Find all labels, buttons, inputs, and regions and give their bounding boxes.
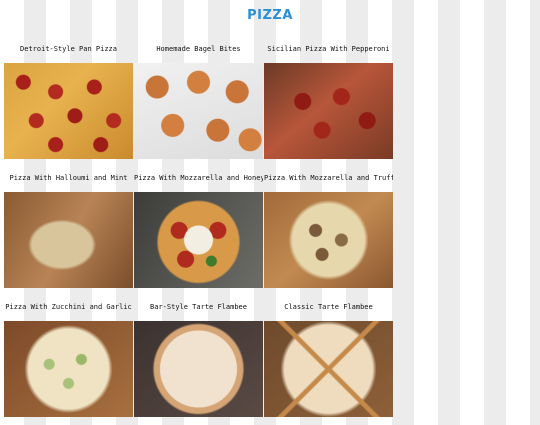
recipe-card[interactable]: Bar-Style Tarte Flambee: [134, 296, 263, 425]
recipe-card[interactable]: Sicilian Pizza With Pepperoni: [264, 38, 393, 167]
recipe-photo[interactable]: [264, 63, 393, 159]
recipe-title[interactable]: Classic Tarte Flambee: [264, 296, 393, 321]
recipe-photo[interactable]: [134, 63, 263, 159]
recipe-title[interactable]: Pizza With Mozzarella and Truffle: [264, 167, 393, 192]
recipe-card[interactable]: Classic Tarte Flambee: [264, 296, 393, 425]
recipe-title[interactable]: Pizza With Mozzarella and Honey: [134, 167, 263, 192]
recipe-title[interactable]: Detroit-Style Pan Pizza: [4, 38, 133, 63]
recipe-photo[interactable]: [134, 321, 263, 417]
recipe-title[interactable]: Pizza With Halloumi and Mint: [4, 167, 133, 192]
recipe-photo[interactable]: [264, 192, 393, 288]
recipe-photo[interactable]: [4, 321, 133, 417]
recipe-title[interactable]: Sicilian Pizza With Pepperoni: [264, 38, 393, 63]
recipe-photo[interactable]: [4, 192, 133, 288]
recipe-card[interactable]: Homemade Bagel Bites: [134, 38, 263, 167]
recipe-photo[interactable]: [134, 192, 263, 288]
recipe-grid: Detroit-Style Pan Pizza Homemade Bagel B…: [4, 38, 394, 425]
recipe-title[interactable]: Pizza With Zucchini and Garlic: [4, 296, 133, 321]
recipe-photo[interactable]: [4, 63, 133, 159]
recipe-title[interactable]: Homemade Bagel Bites: [134, 38, 263, 63]
recipe-title[interactable]: Bar-Style Tarte Flambee: [134, 296, 263, 321]
page-title: PIZZA: [247, 8, 293, 23]
recipe-card[interactable]: Pizza With Mozzarella and Honey: [134, 167, 263, 296]
recipe-card[interactable]: Pizza With Zucchini and Garlic: [4, 296, 133, 425]
recipe-card[interactable]: Pizza With Mozzarella and Truffle: [264, 167, 393, 296]
recipe-card[interactable]: Pizza With Halloumi and Mint: [4, 167, 133, 296]
recipe-photo[interactable]: [264, 321, 393, 417]
recipe-card[interactable]: Detroit-Style Pan Pizza: [4, 38, 133, 167]
